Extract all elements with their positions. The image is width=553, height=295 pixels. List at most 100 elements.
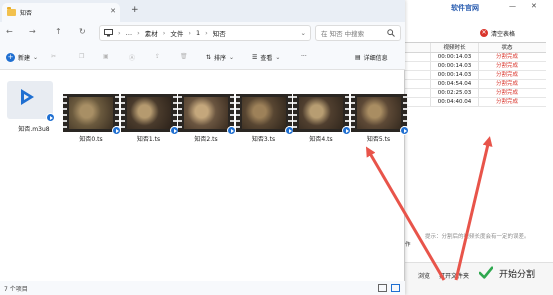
tab-strip: 知否 ✕ + [0,0,405,22]
screen: 软件官网 — ✕ ✕ 清空表格 视频时长 状态 00:00:14.03 分割完成… [0,0,553,295]
chevron-right-icon: › [137,29,140,37]
chevron-down-icon: ⌄ [275,54,281,61]
delete-icon[interactable]: 🗑 [180,53,188,60]
view-button[interactable]: ☰ 查看 ⌄ [252,53,280,62]
item-count: 7 个项目 [4,286,28,293]
breadcrumb-item[interactable]: 文件 [170,28,183,38]
status-cell: 分割完成 [495,63,518,69]
folder-icon [7,7,16,16]
status-cell: 分割完成 [495,72,518,78]
breadcrumb-item[interactable]: 1 [196,29,200,37]
status-cell: 分割完成 [495,90,518,96]
video-thumbnail [120,94,179,135]
details-label: 详细信息 [363,55,388,62]
table-row[interactable]: 00:00:14.03 分割完成 [405,71,546,80]
duration-cell: 00:00:14.03 [431,62,479,70]
open-folder-button[interactable]: 打开文件夹 [439,271,469,280]
address-bar[interactable]: › … › 素材 › 文件 › 1 › 知否 ⌄ [99,25,311,41]
playlist-thumbnail [7,81,55,122]
table-row[interactable]: 00:00:14.03 分割完成 [405,62,546,71]
tab-title: 知否 [20,10,33,17]
task-table: 视频时长 状态 00:00:14.03 分割完成 00:00:14.03 分割完… [405,42,546,212]
video-thumbnail [235,94,294,135]
hint-text: 提示：分割后的视频长度会有一定的误差。 [425,234,530,240]
refresh-icon[interactable]: ↻ [79,27,86,36]
video-splitter-app: 软件官网 — ✕ ✕ 清空表格 视频时长 状态 00:00:14.03 分割完成… [405,0,553,295]
close-tab-icon[interactable]: ✕ [110,7,116,15]
file-name: 知否5.ts [366,136,391,143]
duration-cell: 00:04:54.04 [431,80,479,88]
new-tab-icon[interactable]: + [131,5,139,15]
up-icon[interactable]: ↑ [55,27,62,36]
more-options-button[interactable]: ··· [301,53,307,60]
status-cell: 分割完成 [495,54,518,60]
command-bar: + 新建 ⌄ ✂ ❐ ▣ Ⓐ ⇪ 🗑 ⇅ 排序 ⌄ ☰ 查看 ⌄ ··· ▤ 详… [0,44,405,70]
duration-cell: 00:00:14.03 [431,71,479,79]
plus-icon: + [6,53,15,62]
share-icon[interactable]: ⇪ [155,53,160,60]
sort-label: 排序 [214,55,227,62]
breadcrumb-more[interactable]: … [126,29,133,37]
copy-icon[interactable]: ❐ [79,53,84,60]
close-icon[interactable]: ✕ [531,2,537,10]
view-label: 查看 [260,55,273,62]
breadcrumb-item[interactable]: 知否 [213,28,226,38]
file-item-m3u8[interactable]: 知否.m3u8 [3,81,65,139]
chevron-right-icon: › [118,29,121,37]
sort-button[interactable]: ⇅ 排序 ⌄ [206,53,234,62]
video-thumbnail [350,94,409,135]
file-item-ts[interactable]: 知否0.ts [63,94,121,149]
file-item-ts[interactable]: 知否2.ts [178,94,236,149]
sort-icon: ⇅ [206,54,212,61]
official-site-link[interactable]: 软件官网 [451,3,479,13]
col-duration: 视频时长 [431,43,479,52]
status-bar: 7 个项目 [0,281,405,295]
media-player-badge-icon [46,113,55,122]
minimize-icon[interactable]: — [509,2,516,10]
clear-table-label: 清空表格 [491,30,516,38]
file-item-ts[interactable]: 知否1.ts [120,94,179,149]
search-icon [387,29,395,37]
browse-button[interactable]: 浏览 [418,271,430,280]
chevron-down-icon: ⌄ [229,54,235,61]
new-label: 新建 [18,55,31,62]
file-item-ts[interactable]: 知否5.ts [350,94,409,149]
clear-icon: ✕ [480,29,488,37]
col-status: 状态 [501,45,513,51]
table-row[interactable]: 00:00:14.03 分割完成 [405,53,546,62]
checkmark-icon [479,266,493,279]
computer-icon [104,29,113,37]
tab-zhifou[interactable]: 知否 ✕ [2,3,120,22]
details-view-icon[interactable] [378,284,387,292]
file-list: 知否.m3u8 知否0.ts 知否1.ts 知否2.ts 知否3.ts 知否4.ts 知否… [0,71,409,281]
new-button[interactable]: + 新建 ⌄ [6,53,38,62]
breadcrumb-item[interactable]: 素材 [145,28,158,38]
table-row[interactable]: 00:02:25.03 分割完成 [405,89,546,98]
duration-cell: 00:02:25.03 [431,89,479,97]
file-item-ts[interactable]: 知否4.ts [293,94,351,149]
search-box[interactable]: 在 知否 中搜索 [315,25,401,41]
thumbnail-view-icon[interactable] [391,284,400,292]
side-label: 作 [405,242,411,248]
address-dropdown-icon[interactable]: ⌄ [301,29,306,37]
file-explorer-window: 知否 ✕ + ← → ↑ ↻ › … › 素材 › 文件 › 1 › 知否 ⌄ … [0,0,409,295]
table-row[interactable]: 00:04:54.04 分割完成 [405,80,546,89]
file-item-ts[interactable]: 知否3.ts [235,94,294,149]
cut-icon[interactable]: ✂ [51,53,56,60]
table-row[interactable]: 00:04:40.04 分割完成 [405,98,546,107]
video-thumbnail [178,94,236,135]
start-split-button[interactable]: 开始分割 [479,266,535,280]
clear-table-button[interactable]: ✕ 清空表格 [480,28,515,38]
back-icon[interactable]: ← [6,27,13,36]
details-button[interactable]: ▤ 详细信息 [355,53,388,62]
chevron-right-icon: › [162,29,166,37]
paste-icon[interactable]: ▣ [103,53,109,60]
navigation-bar: ← → ↑ ↻ › … › 素材 › 文件 › 1 › 知否 ⌄ 在 知否 中搜… [0,22,405,44]
view-icon: ☰ [252,54,258,61]
rename-icon[interactable]: Ⓐ [129,53,135,62]
chevron-down-icon: ⌄ [33,54,39,61]
forward-icon[interactable]: → [29,27,36,36]
status-cell: 分割完成 [495,99,518,105]
chevron-right-icon: › [188,29,191,37]
video-thumbnail [63,94,121,135]
